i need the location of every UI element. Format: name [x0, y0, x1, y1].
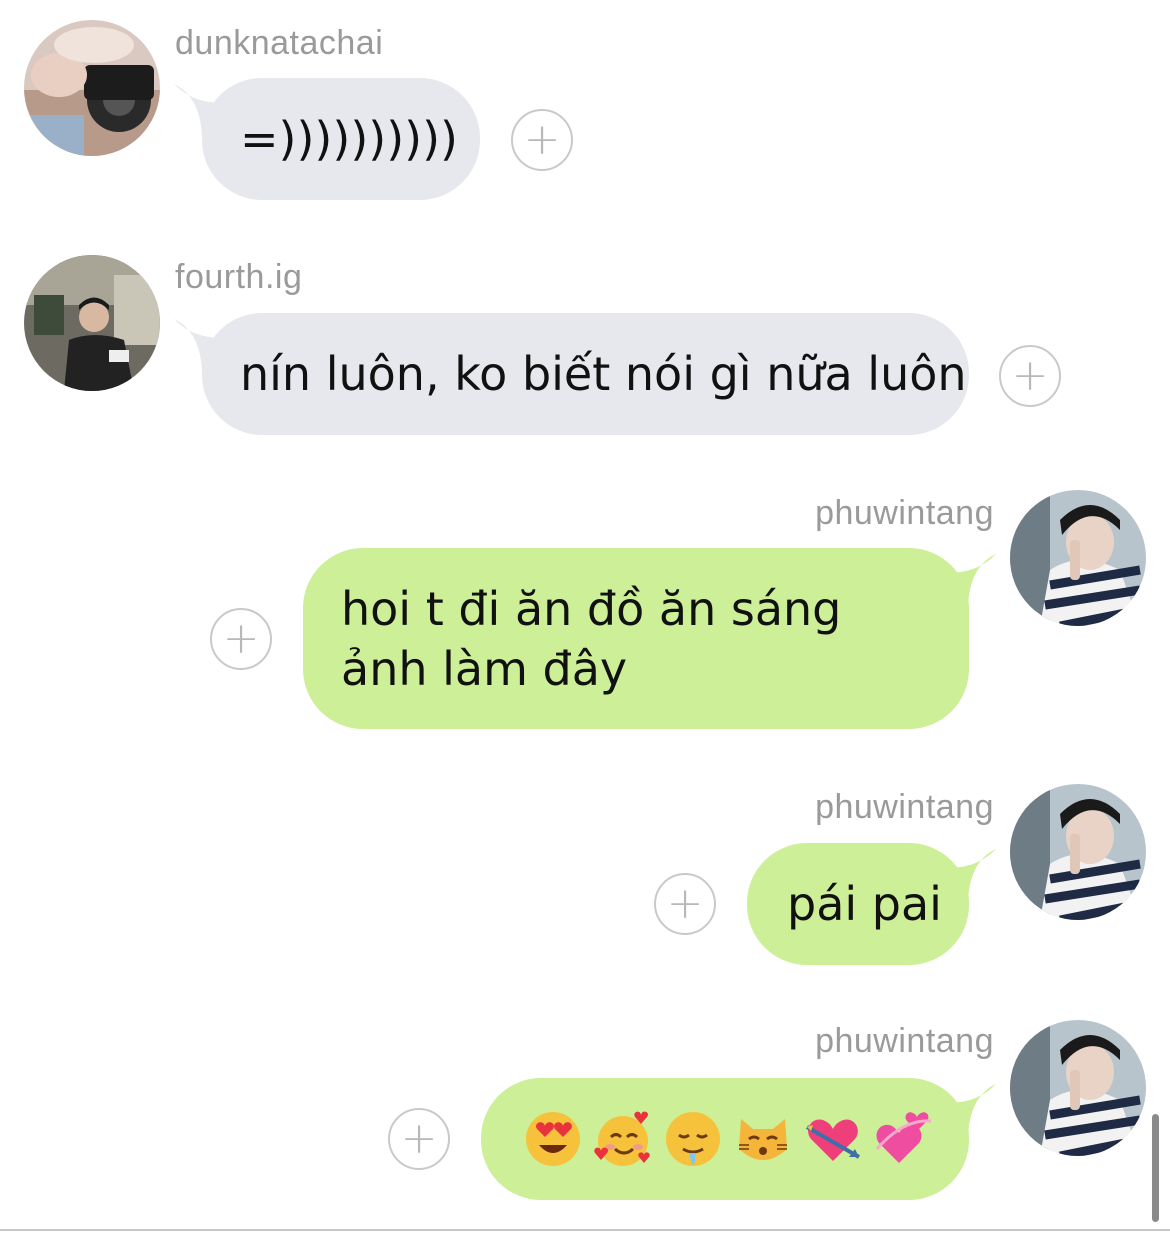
- message-bubble[interactable]: =)))))))))): [202, 78, 480, 200]
- message-text: hoi t đi ăn đồ ăn sáng ảnh làm đây: [341, 581, 842, 696]
- scrollbar[interactable]: [1152, 1114, 1159, 1222]
- heart-eyes-emoji-icon: [526, 1112, 580, 1166]
- chat-thread: dunknatachai =)))))))))) + fourth.ig nín…: [0, 0, 1170, 1235]
- sender-name: phuwintang: [815, 1022, 994, 1060]
- message-text: =)))))))))): [240, 112, 459, 166]
- message-bubble[interactable]: pái pai: [747, 843, 969, 965]
- message-text: nín luôn, ko biết nói gì nữa luôn: [240, 347, 967, 401]
- avatar[interactable]: [24, 20, 160, 156]
- drooling-emoji-icon: [666, 1112, 720, 1166]
- emoji-row: [523, 1109, 933, 1169]
- message-text: pái pai: [787, 877, 942, 931]
- message-bubble[interactable]: nín luôn, ko biết nói gì nữa luôn: [202, 313, 969, 435]
- avatar[interactable]: [1010, 490, 1146, 626]
- revolving-hearts-emoji-icon: [875, 1112, 932, 1163]
- sender-name: fourth.ig: [175, 258, 303, 296]
- divider: [0, 1229, 1170, 1231]
- kissing-cat-emoji-icon: [739, 1119, 787, 1160]
- plus-circle-icon[interactable]: +: [999, 345, 1061, 407]
- sender-name: phuwintang: [815, 494, 994, 532]
- heart-with-arrow-emoji-icon: [806, 1119, 860, 1161]
- smiling-with-hearts-emoji-icon: [594, 1111, 650, 1166]
- avatar[interactable]: [24, 255, 160, 391]
- message-bubble[interactable]: [481, 1078, 969, 1200]
- plus-circle-icon[interactable]: +: [388, 1108, 450, 1170]
- message-bubble[interactable]: hoi t đi ăn đồ ăn sáng ảnh làm đây: [303, 548, 969, 729]
- plus-circle-icon[interactable]: +: [210, 608, 272, 670]
- avatar[interactable]: [1010, 1020, 1146, 1156]
- plus-circle-icon[interactable]: +: [511, 109, 573, 171]
- plus-circle-icon[interactable]: +: [654, 873, 716, 935]
- sender-name: phuwintang: [815, 788, 994, 826]
- sender-name: dunknatachai: [175, 24, 384, 62]
- avatar[interactable]: [1010, 784, 1146, 920]
